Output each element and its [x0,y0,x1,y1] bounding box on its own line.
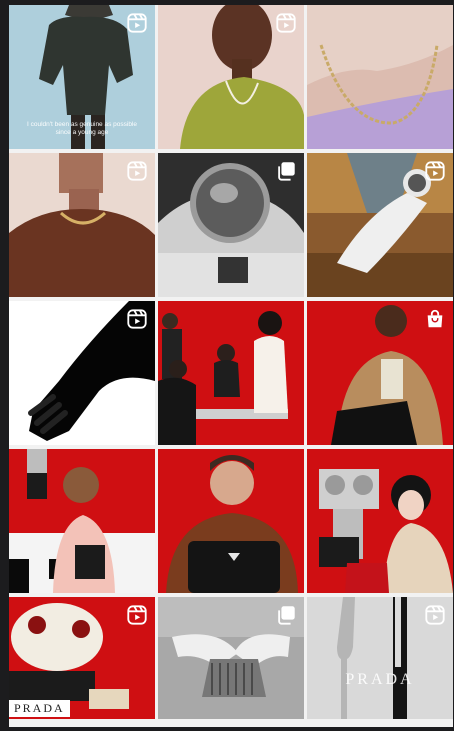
reels-icon [275,12,297,34]
video-caption: I couldn't been as genuine as possible s… [26,121,137,136]
shopping-bag-icon [424,308,446,330]
reels-icon [126,160,148,182]
reels-icon [126,12,148,34]
grid-post-10[interactable] [9,449,155,593]
grid-post-3[interactable] [307,5,453,149]
post-thumbnail [9,449,155,593]
grid-post-4[interactable] [9,153,155,297]
reels-icon [126,308,148,330]
reels-icon [424,160,446,182]
grid-post-13[interactable]: PRADA [9,597,155,719]
reels-icon [424,604,446,626]
post-thumbnail [158,449,304,593]
grid-post-5[interactable] [158,153,304,297]
prada-watermark: PRADA [345,671,415,688]
grid-post-11[interactable] [158,449,304,593]
prada-sign: PRADA [9,700,70,717]
carousel-icon [275,604,297,626]
grid-post-8[interactable] [158,301,304,445]
grid-post-9[interactable] [307,301,453,445]
post-thumbnail [307,449,453,593]
profile-post-grid: I couldn't been as genuine as possible s… [9,5,453,727]
grid-post-15[interactable]: PRADA [307,597,453,719]
grid-post-6[interactable] [307,153,453,297]
grid-post-14[interactable] [158,597,304,719]
grid-post-1[interactable]: I couldn't been as genuine as possible s… [9,5,155,149]
grid-post-2[interactable] [158,5,304,149]
reels-icon [126,604,148,626]
post-thumbnail [307,5,453,149]
carousel-icon [275,160,297,182]
grid-post-7[interactable] [9,301,155,445]
post-thumbnail [158,301,304,445]
grid-post-12[interactable] [307,449,453,593]
